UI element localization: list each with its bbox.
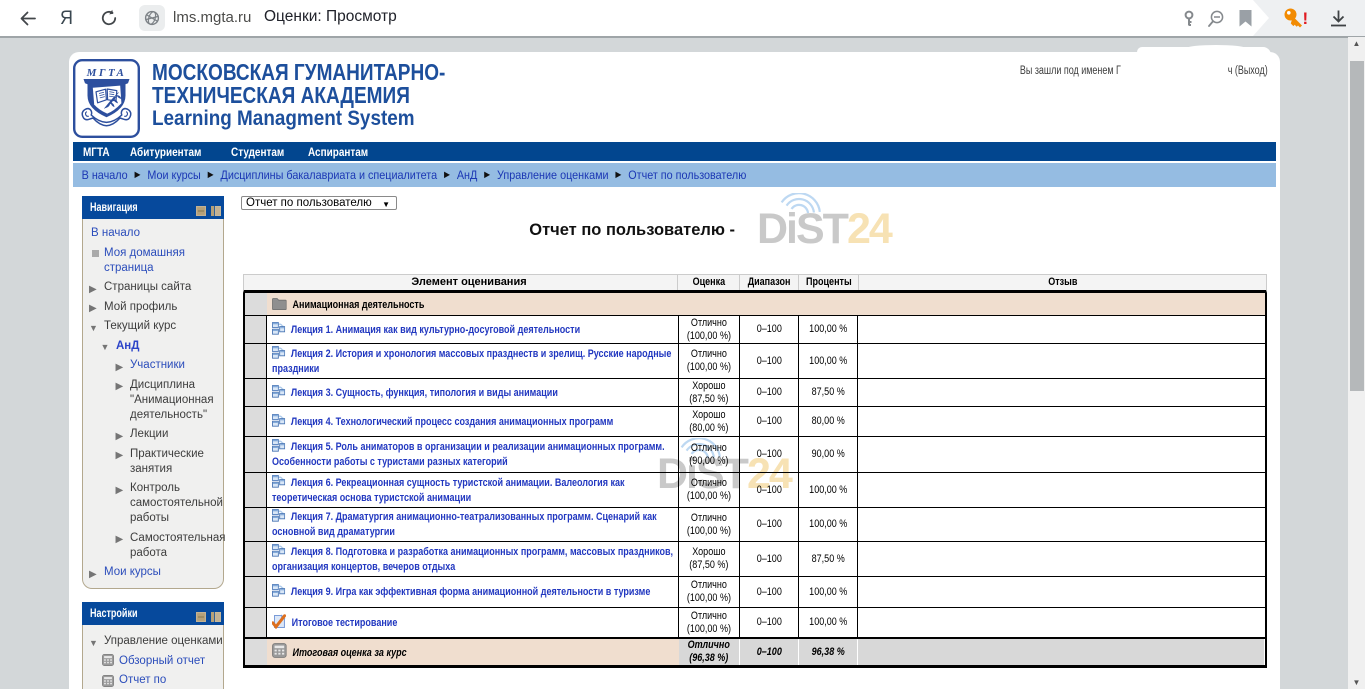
svg-text:!: ! bbox=[1303, 9, 1309, 28]
svg-text:МГТА: МГТА bbox=[86, 67, 127, 79]
